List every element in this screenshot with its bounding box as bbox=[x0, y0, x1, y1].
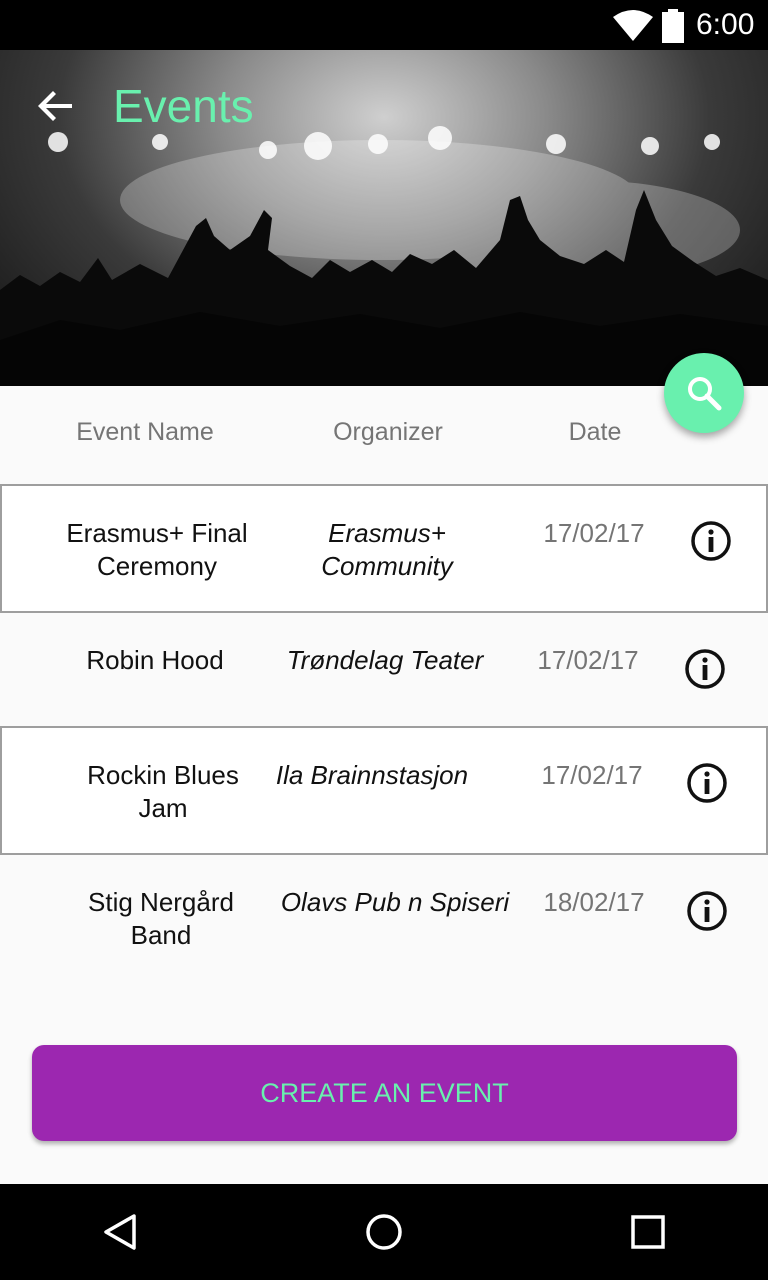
info-icon[interactable] bbox=[690, 520, 732, 562]
back-arrow-icon[interactable] bbox=[36, 86, 76, 126]
nav-back-icon[interactable] bbox=[100, 1212, 140, 1252]
search-fab-button[interactable] bbox=[664, 353, 744, 433]
event-date: 18/02/17 bbox=[543, 887, 645, 917]
event-row[interactable]: Stig Nergård Band Olavs Pub n Spiseri 18… bbox=[0, 855, 768, 985]
event-organizer: Olavs Pub n Spiseri bbox=[280, 887, 510, 917]
event-organizer: Trøndelag Teater bbox=[286, 645, 484, 675]
navigation-bar bbox=[0, 1184, 768, 1280]
create-event-button[interactable]: CREATE AN EVENT bbox=[32, 1045, 737, 1141]
event-date: 17/02/17 bbox=[543, 518, 645, 548]
event-name: Rockin Blues Jam bbox=[87, 760, 239, 823]
event-name: Robin Hood bbox=[86, 645, 224, 675]
status-bar: 6:00 bbox=[0, 0, 768, 50]
event-row[interactable]: Robin Hood Trøndelag Teater 17/02/17 bbox=[0, 613, 768, 725]
info-icon[interactable] bbox=[684, 648, 726, 690]
info-icon[interactable] bbox=[686, 762, 728, 804]
event-name: Erasmus+ Final Ceremony bbox=[66, 518, 248, 581]
battery-icon bbox=[662, 9, 684, 43]
event-name: Stig Nergård Band bbox=[88, 887, 234, 950]
event-row[interactable]: Erasmus+ Final Ceremony Erasmus+ Communi… bbox=[0, 484, 768, 613]
info-icon[interactable] bbox=[686, 890, 728, 932]
page-title: Events bbox=[113, 80, 254, 132]
status-time: 6:00 bbox=[696, 8, 755, 41]
event-row[interactable]: Rockin Blues Jam Ila Brainnstasjon 17/02… bbox=[0, 726, 768, 855]
wifi-icon bbox=[613, 10, 653, 41]
column-header-organizer: Organizer bbox=[333, 418, 443, 446]
header-banner: Events bbox=[0, 50, 768, 386]
column-header-event-name: Event Name bbox=[76, 418, 214, 446]
event-organizer: Ila Brainnstasjon bbox=[275, 760, 469, 790]
event-date: 17/02/17 bbox=[541, 760, 643, 790]
column-header-date: Date bbox=[568, 418, 622, 446]
event-organizer: Erasmus+ Community bbox=[321, 518, 453, 581]
event-date: 17/02/17 bbox=[537, 645, 639, 675]
nav-recents-icon[interactable] bbox=[628, 1212, 668, 1252]
search-icon bbox=[688, 377, 722, 411]
nav-home-icon[interactable] bbox=[364, 1212, 404, 1252]
